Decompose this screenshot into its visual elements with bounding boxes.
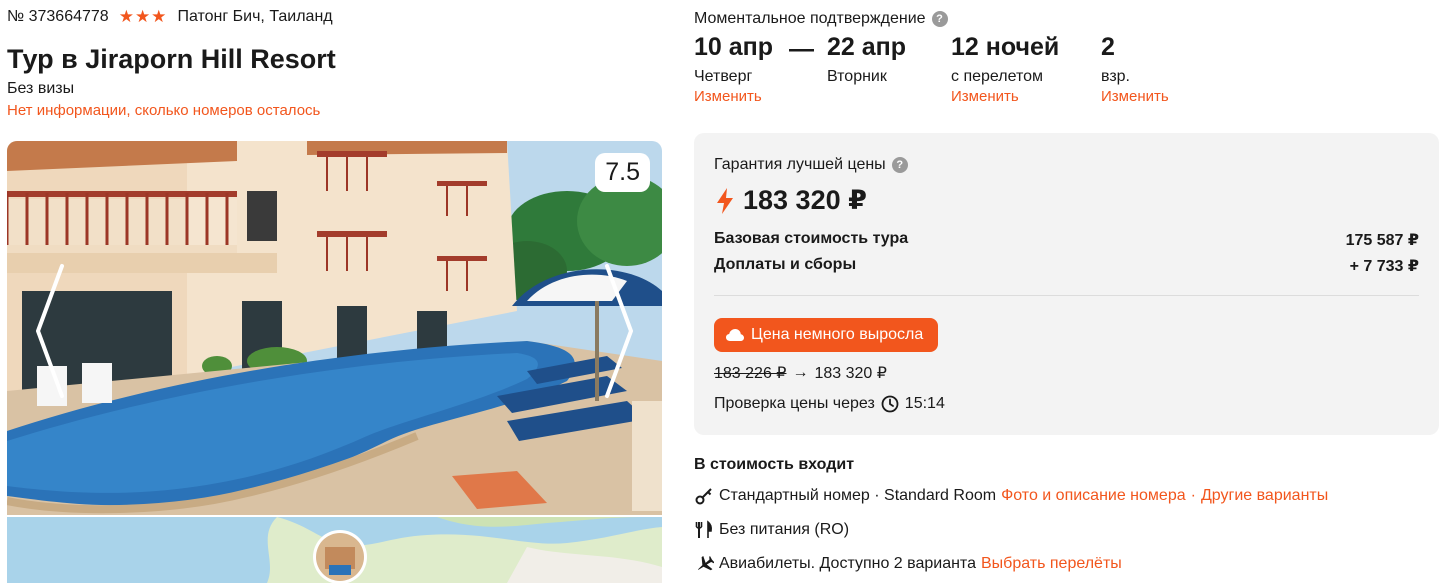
included-title: В стоимость входит: [694, 456, 855, 473]
fees-value: + 7 733 ₽: [1349, 258, 1419, 275]
room-type: Стандартный номер · Standard Room: [719, 487, 997, 504]
date-to-weekday: Вторник: [827, 68, 887, 85]
help-icon[interactable]: ?: [931, 11, 948, 27]
date-from: 10 апр: [694, 33, 774, 61]
chevron-right-icon: [605, 264, 633, 398]
date-from-weekday: Четверг: [694, 68, 753, 85]
price-panel: Гарантия лучшей цены ? 183 320 ₽ Базовая…: [694, 133, 1439, 435]
other-rooms-link[interactable]: Другие варианты: [1201, 487, 1328, 505]
choose-flights-link[interactable]: Выбрать перелёты: [981, 555, 1122, 573]
clock-icon: [881, 395, 899, 413]
adults-count: 2: [1101, 33, 1115, 61]
hotel-column: № 373664778 ★★★ Патонг Бич, Таиланд Тур …: [7, 0, 662, 583]
chevron-left-icon: [36, 264, 64, 398]
hotel-photo-gallery[interactable]: 7.5: [7, 141, 662, 515]
separator-dot: ·: [1190, 487, 1196, 504]
confirmation-label: Моментальное подтверждение: [694, 10, 926, 27]
hotel-meta: № 373664778 ★★★ Патонг Бич, Таиланд: [7, 7, 333, 27]
help-icon[interactable]: ?: [891, 157, 908, 173]
date-dash: —: [789, 35, 814, 63]
trip-date-from: 10 апр Четверг Изменить: [694, 33, 773, 105]
change-nights-link[interactable]: Изменить: [951, 88, 1059, 105]
lightning-icon: [717, 187, 733, 214]
price-increase-badge: Цена немного выросла: [714, 318, 939, 352]
nights-count: 12 ночей: [951, 33, 1060, 61]
trip-date-to: 22 апр Вторник: [827, 33, 906, 86]
fees-row: Доплаты и сборы + 7 733 ₽: [714, 256, 1419, 276]
tour-number: № 373664778: [7, 8, 109, 25]
change-dates-link[interactable]: Изменить: [694, 88, 773, 105]
key-icon: [694, 486, 714, 506]
guarantee-label: Гарантия лучшей цены: [714, 156, 886, 173]
base-cost-row: Базовая стоимость тура 175 587 ₽: [714, 230, 1419, 250]
hotel-photo: [7, 141, 662, 515]
included-room: Стандартный номер · Standard Room Фото и…: [694, 486, 1328, 506]
check-time: 15:14: [904, 395, 945, 412]
hotel-location: Патонг Бич, Таиланд: [177, 8, 333, 25]
divider: [714, 295, 1419, 296]
price-change: 183 226 ₽ → 183 320 ₽: [714, 363, 887, 383]
meal-type: Без питания (RO): [719, 521, 850, 538]
instant-confirmation: Моментальное подтверждение ?: [694, 10, 948, 28]
trip-travelers: 2 взр. Изменить: [1101, 33, 1169, 105]
plane-icon: [694, 554, 714, 574]
cloud-icon: [726, 329, 744, 341]
total-price: 183 320 ₽: [716, 185, 867, 216]
adults-sub: взр.: [1101, 68, 1130, 85]
visa-info: Без визы: [7, 80, 75, 97]
best-price-guarantee: Гарантия лучшей цены ?: [714, 156, 908, 174]
hotel-map[interactable]: [7, 517, 662, 583]
badge-label: Цена немного выросла: [751, 326, 924, 343]
map-image: [7, 517, 662, 583]
nights-sub: с перелетом: [951, 68, 1044, 85]
base-cost-label: Базовая стоимость тура: [714, 230, 909, 247]
total-price-value: 183 320 ₽: [743, 185, 867, 215]
check-label: Проверка цены через: [714, 395, 875, 412]
fees-label: Доплаты и сборы: [714, 256, 857, 273]
arrow-right-icon: →: [792, 364, 809, 381]
page-title: Тур в Jiraporn Hill Resort: [7, 44, 336, 74]
trip-nights: 12 ночей с перелетом Изменить: [951, 33, 1059, 105]
cutlery-icon: [694, 520, 714, 540]
base-cost-value: 175 587 ₽: [1345, 232, 1419, 249]
price-check-timer: Проверка цены через 15:14: [714, 395, 945, 413]
photo-next-button[interactable]: [597, 261, 637, 401]
change-travelers-link[interactable]: Изменить: [1101, 88, 1169, 105]
booking-column: Моментальное подтверждение ? 10 апр Четв…: [694, 0, 1439, 583]
new-price: 183 320 ₽: [814, 365, 887, 382]
included-meal: Без питания (RO): [694, 520, 849, 540]
rating-badge: 7.5: [595, 153, 650, 192]
included-flights: Авиабилеты. Доступно 2 варианта Выбрать …: [694, 554, 1122, 574]
old-price: 183 226 ₽: [714, 365, 787, 382]
room-photo-link[interactable]: Фото и описание номера: [1001, 487, 1186, 505]
flights-info: Авиабилеты. Доступно 2 варианта: [719, 555, 976, 572]
rooms-availability-note: Нет информации, сколько номеров осталось: [7, 102, 321, 119]
star-rating-icon: ★★★: [118, 7, 168, 26]
photo-prev-button[interactable]: [32, 261, 72, 401]
date-to: 22 апр: [827, 33, 907, 61]
